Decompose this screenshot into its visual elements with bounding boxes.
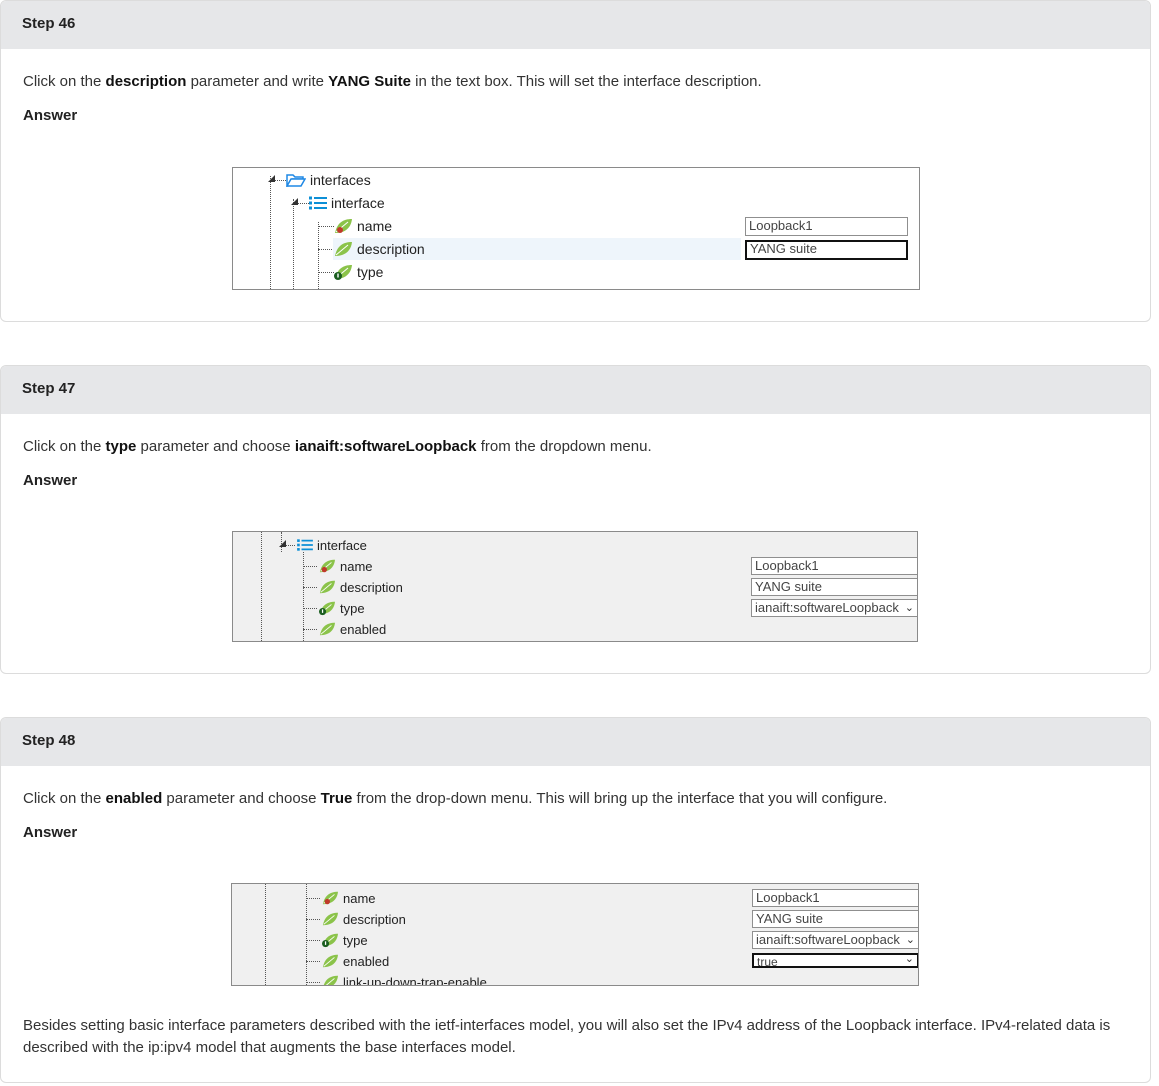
node-label: type bbox=[340, 600, 365, 616]
tree-node-type[interactable]: type bbox=[321, 931, 368, 949]
answer-label: Answer bbox=[23, 472, 78, 489]
tree-node-name[interactable]: name bbox=[333, 216, 392, 236]
node-label: name bbox=[343, 890, 376, 906]
expanded-triangle-icon[interactable] bbox=[291, 198, 298, 205]
step-title: Step 47 bbox=[1, 366, 1150, 414]
chevron-down-icon: ⌄ bbox=[904, 602, 914, 614]
tree-node-type[interactable]: type bbox=[318, 599, 365, 617]
node-label: type bbox=[343, 932, 368, 948]
node-label: description bbox=[357, 241, 425, 257]
answer-label: Answer bbox=[23, 107, 78, 124]
select-value: ianaift:softwareLoopback bbox=[756, 932, 900, 947]
step-title: Step 48 bbox=[1, 718, 1150, 766]
folder-open-icon bbox=[286, 174, 306, 187]
enabled-select[interactable]: true ⌄ bbox=[752, 953, 918, 968]
answer-label: Answer bbox=[23, 824, 78, 841]
answer-screenshot: interface name description type enabled … bbox=[232, 531, 918, 642]
answer-screenshot: interfaces interface name description ty… bbox=[232, 167, 920, 290]
node-label: type bbox=[357, 264, 384, 280]
name-field[interactable]: Loopback1 bbox=[752, 889, 918, 907]
description-field[interactable]: YANG suite bbox=[751, 578, 917, 596]
chevron-down-icon: ⌄ bbox=[905, 934, 915, 946]
step-title: Step 46 bbox=[1, 1, 1150, 49]
name-field[interactable]: Loopback1 bbox=[745, 217, 908, 236]
node-label: interface bbox=[317, 537, 367, 553]
type-select[interactable]: ianaift:softwareLoopback ⌄ bbox=[751, 599, 917, 617]
node-label: enabled bbox=[340, 621, 387, 637]
expanded-triangle-icon[interactable] bbox=[268, 175, 275, 182]
node-label: description bbox=[343, 911, 406, 927]
tree-node-type[interactable]: type bbox=[333, 262, 383, 282]
leaf-key-icon bbox=[322, 891, 338, 905]
node-label: interfaces bbox=[310, 172, 371, 188]
step-instruction: Click on the description parameter and w… bbox=[23, 73, 762, 90]
leaf-icon bbox=[323, 975, 338, 985]
node-label: link-up-down-trap-enable bbox=[343, 974, 487, 986]
expanded-triangle-icon[interactable] bbox=[279, 540, 286, 547]
chevron-down-icon: ⌄ bbox=[904, 953, 914, 965]
node-label: name bbox=[340, 558, 373, 574]
select-value: ianaift:softwareLoopback bbox=[755, 600, 899, 615]
name-field[interactable]: Loopback1 bbox=[751, 557, 917, 575]
tree-node-enabled[interactable]: enabled bbox=[318, 620, 386, 638]
tree-node-interface[interactable]: interface bbox=[297, 536, 367, 554]
leaf-icon bbox=[322, 912, 338, 926]
list-icon bbox=[309, 196, 327, 210]
leaf-info-icon bbox=[334, 265, 352, 280]
list-icon bbox=[297, 539, 313, 551]
tree-node-interfaces[interactable]: interfaces bbox=[286, 170, 371, 190]
answer-screenshot: name description type enabled link-up-do… bbox=[231, 883, 919, 986]
node-label: name bbox=[357, 218, 393, 234]
description-field[interactable]: YANG suite bbox=[745, 240, 908, 260]
leaf-key-icon bbox=[335, 219, 352, 233]
leaf-info-icon bbox=[319, 601, 335, 616]
node-label: description bbox=[340, 579, 403, 595]
type-select[interactable]: ianaift:softwareLoopback ⌄ bbox=[752, 931, 918, 949]
tree-node-enabled[interactable]: enabled bbox=[321, 952, 389, 970]
tree-node-description[interactable]: description bbox=[321, 910, 406, 928]
node-label: enabled bbox=[343, 953, 390, 969]
leaf-icon bbox=[319, 622, 335, 636]
step-instruction: Click on the type parameter and choose i… bbox=[23, 438, 652, 455]
tree-node-name[interactable]: name bbox=[321, 889, 376, 907]
select-value: true bbox=[757, 955, 778, 968]
description-field[interactable]: YANG suite bbox=[752, 910, 918, 928]
leaf-key-icon bbox=[319, 559, 335, 573]
tree-node-description[interactable]: description bbox=[333, 239, 425, 259]
leaf-icon bbox=[319, 580, 335, 594]
step-instruction: Click on the enabled parameter and choos… bbox=[23, 790, 888, 807]
info-paragraph: Besides setting basic interface paramete… bbox=[23, 1017, 1111, 1056]
node-label: interface bbox=[331, 195, 385, 211]
tree-node-link-up-down-trap-enable[interactable]: link-up-down-trap-enable bbox=[321, 973, 487, 986]
tree-node-name[interactable]: name bbox=[318, 557, 373, 575]
leaf-info-icon bbox=[322, 933, 338, 948]
leaf-icon bbox=[335, 242, 352, 256]
tree-node-interface[interactable]: interface bbox=[309, 193, 385, 213]
tree-node-description[interactable]: description bbox=[318, 578, 403, 596]
leaf-icon bbox=[322, 954, 338, 968]
